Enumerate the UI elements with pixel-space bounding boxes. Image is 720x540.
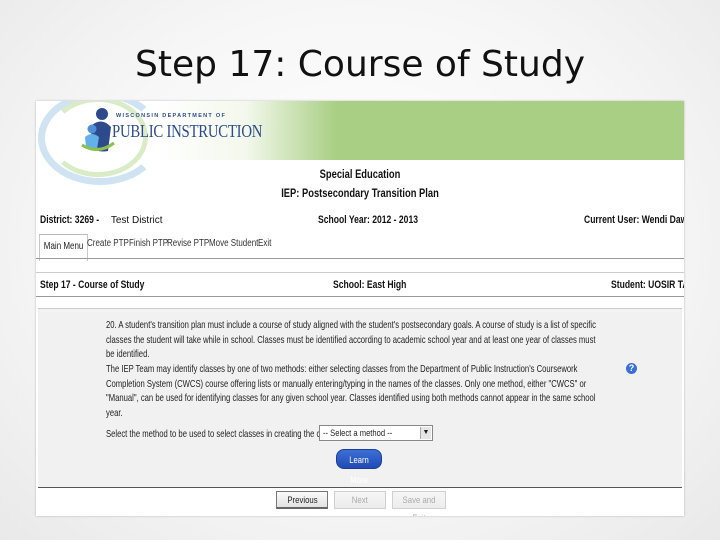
district-label: District: 3269 -	[40, 214, 100, 226]
tab-main-menu[interactable]: Main Menu	[39, 234, 89, 261]
next-button[interactable]: Next	[334, 491, 386, 509]
dpi-logo-icon	[81, 108, 115, 152]
district-name: Test District	[110, 215, 163, 226]
header-line-2: IEP: Postsecondary Transition Plan	[281, 186, 439, 200]
student-label: Student: UOSIR TAGOE	[611, 279, 684, 291]
site-banner: WISCONSIN DEPARTMENT OF PUBLIC INSTRUCTI…	[36, 101, 684, 185]
school-year-text: School Year: 2012 - 2013	[318, 214, 419, 226]
tab-finish-ptp[interactable]: Finish PTP	[129, 232, 168, 256]
instruction-paragraph-2: The IEP Team may identify classes by one…	[106, 362, 602, 420]
current-user: Current User: Wendi Dawson	[584, 214, 684, 226]
learn-more-label: Learn More	[349, 455, 369, 485]
header-line-1: Special Education	[319, 167, 401, 181]
current-user-text: Current User: Wendi Dawson	[584, 214, 684, 226]
school-label: School: East High	[333, 279, 407, 291]
instruction-paragraph-1: 20. A student's transition plan must inc…	[106, 319, 596, 360]
tab-move-student[interactable]: Move Student	[209, 232, 258, 256]
stepbar-bottom-divider	[36, 296, 684, 297]
learn-more-button[interactable]: Learn More	[336, 449, 382, 485]
tab-revise-ptp[interactable]: Revise PTP	[167, 232, 209, 256]
previous-button[interactable]: Previous	[276, 491, 328, 509]
tab-exit[interactable]: Exit	[258, 232, 271, 256]
school-year: School Year: 2012 - 2013	[318, 214, 418, 226]
stepbar-top-divider	[36, 272, 684, 273]
tab-create-ptp[interactable]: Create PTP	[87, 232, 129, 256]
logo-top-text: WISCONSIN DEPARTMENT OF	[116, 113, 227, 119]
slide-title: Step 17: Course of Study	[135, 44, 585, 85]
chevron-down-icon[interactable]: ▼	[420, 427, 431, 439]
main-tabs: Main Menu Create PTP Finish PTP Revise P…	[39, 232, 679, 261]
app-screenshot: WISCONSIN DEPARTMENT OF PUBLIC INSTRUCTI…	[36, 101, 684, 516]
save-and-exit-button[interactable]: Save and Exit	[392, 491, 446, 516]
tabs-divider	[36, 258, 684, 259]
next-label: Next	[351, 495, 369, 506]
previous-label: Previous	[286, 495, 318, 506]
method-select[interactable]: -- Select a method -- ▼	[319, 425, 433, 441]
instruction-paragraph-2-text: The IEP Team may identify classes by one…	[106, 363, 596, 419]
logo-main-text: PUBLIC INSTRUCTION	[112, 121, 263, 141]
method-select-value: -- Select a method --	[323, 428, 393, 439]
district-info: District: 3269 - Test District	[40, 214, 163, 226]
help-icon[interactable]: ?	[626, 363, 637, 374]
save-and-exit-label: Save and Exit	[402, 495, 436, 516]
step-label: Step 17 - Course of Study	[40, 279, 145, 291]
